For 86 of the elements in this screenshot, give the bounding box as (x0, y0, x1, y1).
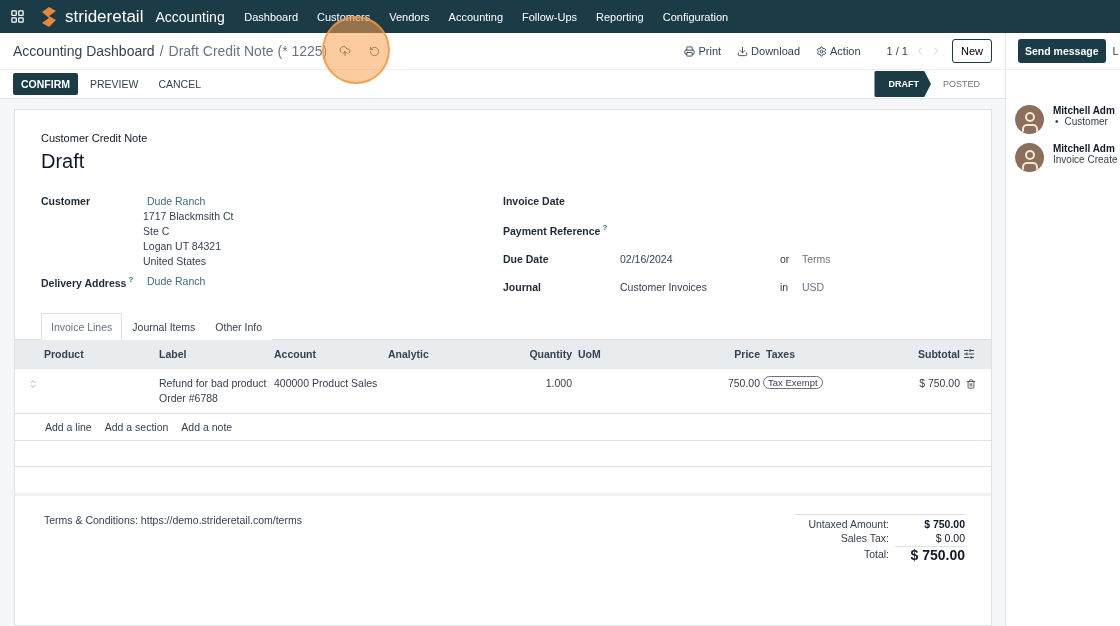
nav-menu-item[interactable]: Reporting (586, 10, 654, 23)
send-message-button[interactable]: Send message (1018, 39, 1106, 63)
drag-handle-icon[interactable] (28, 378, 38, 389)
message-author: Mitchell Adm (1053, 143, 1116, 154)
field-value[interactable]: Dude Ranch (143, 195, 234, 207)
field-label: Delivery Address (41, 276, 127, 289)
status-stage[interactable]: DRAFT (874, 71, 931, 97)
total-label: Sales Tax: (839, 531, 890, 544)
table-cell-text: 750.00 (726, 375, 761, 391)
delete-icon[interactable] (966, 378, 976, 389)
nav-menu-item[interactable]: Follow-Ups (512, 10, 587, 23)
message-text: Customer (1064, 116, 1108, 127)
total-value: $ 750.00 (923, 517, 965, 530)
add-line-link[interactable]: Add a section (104, 420, 169, 433)
terms-text: Terms & Conditions: https://demo.strideretail.com/terms (44, 513, 302, 528)
column-header[interactable]: Taxes (763, 348, 879, 360)
printer-icon (684, 45, 696, 57)
field-value[interactable]: Customer Invoices (620, 280, 780, 293)
toolbar-action-button[interactable]: Download (729, 45, 808, 57)
field-value[interactable]: USD (802, 280, 825, 293)
address-line: United States (143, 255, 208, 267)
column-header[interactable]: Product (41, 348, 156, 360)
nav-menu-item[interactable]: Accounting (439, 10, 513, 23)
nav-menu-item[interactable]: Dashboard (234, 10, 308, 23)
field-joiner: in (780, 280, 790, 293)
column-header[interactable]: Subtotal (879, 348, 963, 360)
table-cell-text: Refund for bad product Order #6788 (158, 375, 268, 406)
document-type: Customer Credit Note (41, 132, 149, 144)
total-value: $ 750.00 (895, 545, 965, 563)
bullet-mark: • (1055, 116, 1059, 127)
total-label: Untaxed Amount: (807, 517, 890, 530)
add-line-link[interactable]: Add a line (45, 420, 92, 433)
avatar-icon (1015, 143, 1044, 172)
table-cell-text: 1.000 (544, 375, 573, 391)
address-line: Ste C (143, 225, 171, 237)
field-label: Due Date (503, 252, 549, 265)
nav-menu-item[interactable]: Customers (307, 10, 380, 23)
column-header[interactable]: Account (271, 348, 385, 360)
column-header[interactable]: UoM (575, 348, 689, 360)
pager-text: 1 / 1 (886, 45, 908, 57)
field-label: Customer (41, 195, 90, 207)
toolbar-action-button[interactable]: Print (676, 45, 730, 57)
total-label: Total: (862, 548, 890, 561)
logo-text: strideretail (65, 6, 144, 27)
field-value[interactable]: Dude Ranch (143, 275, 206, 287)
download-icon (737, 45, 749, 57)
column-header[interactable]: Label (156, 348, 271, 360)
notebook-tab[interactable]: Invoice Lines (41, 312, 123, 340)
field-value[interactable]: 02/16/2024 (620, 252, 780, 265)
column-header[interactable]: Price (689, 348, 763, 360)
form-button[interactable]: CONFIRM (13, 73, 78, 95)
nav-menu-item[interactable]: Vendors (379, 10, 440, 23)
chatter-button[interactable]: L (1112, 45, 1119, 57)
apps-menu-icon[interactable] (10, 9, 25, 24)
field-value[interactable]: Terms (802, 252, 831, 265)
app-name[interactable]: Accounting (155, 8, 225, 25)
help-mark[interactable]: ? (128, 275, 134, 284)
field-label: Journal (503, 280, 541, 293)
new-button[interactable]: New (952, 39, 992, 63)
column-header[interactable]: Quantity (499, 348, 575, 360)
column-header[interactable]: Analytic (385, 348, 499, 360)
column-settings-icon[interactable] (963, 348, 975, 360)
table-cell-text: $ 750.00 (918, 375, 961, 391)
field-label: Invoice Date (503, 195, 565, 207)
breadcrumb-link[interactable]: Accounting Dashboard (13, 43, 155, 59)
document-title: Draft (41, 150, 86, 173)
nav-menu-item[interactable]: Configuration (653, 10, 738, 23)
add-line-link[interactable]: Add a note (181, 420, 233, 433)
message-text: Invoice Create (1053, 154, 1118, 165)
breadcrumb-separator: / (159, 43, 164, 59)
form-button[interactable]: PREVIEW (82, 73, 147, 95)
status-stage[interactable]: POSTED (935, 71, 992, 97)
avatar-icon (1015, 105, 1044, 134)
address-line: Logan UT 84321 (143, 240, 223, 252)
form-button[interactable]: CANCEL (150, 73, 210, 95)
table-cell-text: 400000 Product Sales (273, 375, 379, 391)
help-mark[interactable]: ? (602, 223, 608, 232)
field-joiner: or (780, 252, 791, 265)
message-author: Mitchell Adm (1053, 105, 1115, 116)
save-icon[interactable] (339, 45, 352, 57)
toolbar-action-button[interactable]: Action (808, 45, 869, 57)
field-label: Payment Reference (503, 224, 601, 237)
total-value: $ 0.00 (934, 531, 965, 544)
discard-icon[interactable] (369, 45, 381, 57)
address-line: 1717 Blackmsith Ct (143, 210, 234, 222)
gear-icon (816, 45, 827, 57)
